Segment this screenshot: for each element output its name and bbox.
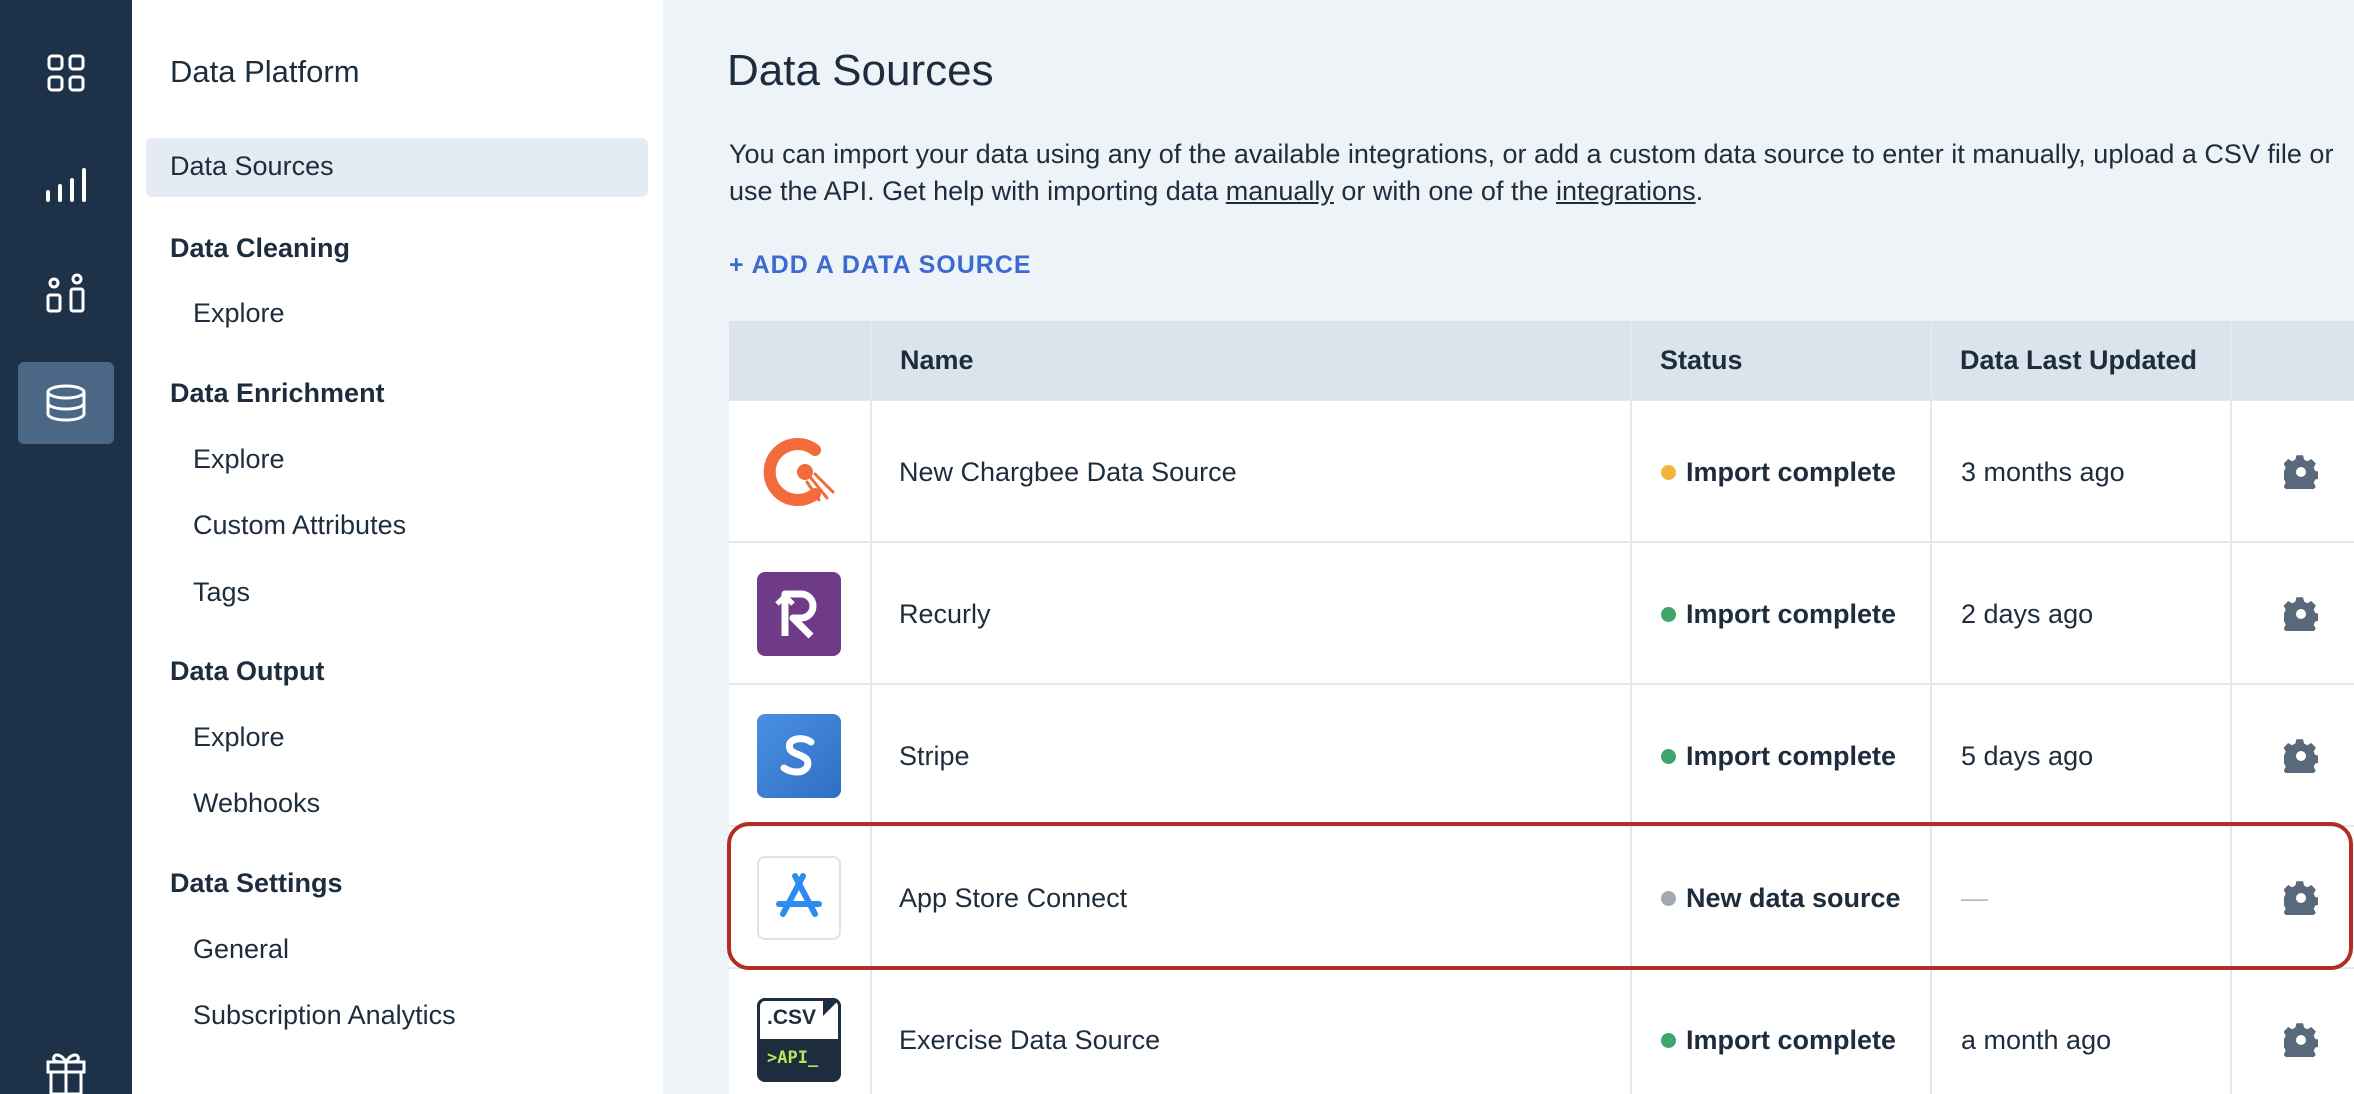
status-badge: New data source <box>1661 883 1901 914</box>
status-dot <box>1661 890 1676 906</box>
csv-api-logo: .CSV >API_ <box>757 998 841 1082</box>
data-platform-nav-button[interactable] <box>18 362 114 444</box>
database-icon <box>46 384 86 422</box>
settings-button[interactable] <box>2232 455 2354 489</box>
manually-link[interactable]: manually <box>1226 176 1334 206</box>
column-header-updated[interactable]: Data Last Updated <box>1932 321 2197 399</box>
sidebar-title: Data Platform <box>170 54 360 89</box>
row-updated: a month ago <box>1961 1024 2112 1055</box>
table-row[interactable]: Stripe Import complete 5 days ago <box>729 683 2354 827</box>
integrations-link[interactable]: integrations <box>1556 176 1696 206</box>
status-text: Import complete <box>1686 1024 1897 1055</box>
row-name[interactable]: App Store Connect <box>899 827 1127 969</box>
gift-nav-button[interactable] <box>18 1048 114 1094</box>
row-name[interactable]: Stripe <box>899 685 970 827</box>
icon-rail <box>0 0 132 1094</box>
gear-icon <box>2283 597 2318 631</box>
settings-button[interactable] <box>2232 1023 2354 1057</box>
row-updated: 2 days ago <box>1961 598 2094 629</box>
status-dot <box>1661 748 1676 764</box>
analytics-nav-button[interactable] <box>18 143 114 225</box>
recurly-logo <box>757 572 841 656</box>
table-row[interactable]: New Chargbee Data Source Import complete… <box>729 399 2354 543</box>
sidebar-section-data-enrichment[interactable]: Data Enrichment <box>170 378 385 409</box>
status-text: Import complete <box>1686 740 1897 771</box>
gift-icon <box>46 1053 86 1094</box>
table-header: Name Status Data Last Updated <box>729 321 2354 399</box>
add-data-source-button[interactable]: + ADD A DATA SOURCE <box>729 251 1032 280</box>
sidebar-section-data-settings[interactable]: Data Settings <box>170 868 343 899</box>
gear-icon <box>2283 455 2318 489</box>
sidebar-item-enrichment-explore[interactable]: Explore <box>193 444 285 475</box>
status-dot <box>1661 1032 1676 1048</box>
status-badge: Import complete <box>1661 599 1896 630</box>
settings-button[interactable] <box>2232 881 2354 915</box>
api-label: >API_ <box>767 1048 819 1068</box>
status-dot <box>1661 464 1676 480</box>
sidebar: Data Platform Data Sources Data Cleaning… <box>132 0 663 1094</box>
people-icon <box>46 273 85 313</box>
sidebar-item-tags[interactable]: Tags <box>193 577 250 608</box>
gear-icon <box>2283 881 2318 915</box>
sidebar-section-data-cleaning[interactable]: Data Cleaning <box>170 233 350 264</box>
table-row[interactable]: App Store Connect New data source — <box>729 825 2354 969</box>
settings-button[interactable] <box>2232 597 2354 631</box>
table-row[interactable]: .CSV >API_ Exercise Data Source Import c… <box>729 967 2354 1094</box>
row-updated: 5 days ago <box>1961 740 2094 771</box>
row-name[interactable]: New Chargbee Data Source <box>899 401 1237 543</box>
sidebar-section-data-output[interactable]: Data Output <box>170 656 325 687</box>
dashboard-nav-button[interactable] <box>18 32 114 114</box>
stripe-logo <box>757 714 841 798</box>
gear-icon <box>2283 1023 2318 1057</box>
sidebar-item-label: Data Sources <box>170 151 334 181</box>
sidebar-item-data-sources[interactable]: Data Sources <box>146 138 648 197</box>
customers-nav-button[interactable] <box>18 254 114 336</box>
status-text: New data source <box>1686 882 1901 913</box>
sidebar-item-subscription-analytics[interactable]: Subscription Analytics <box>193 1000 456 1031</box>
column-header-status[interactable]: Status <box>1632 321 1743 399</box>
status-badge: Import complete <box>1661 741 1896 772</box>
sidebar-item-webhooks[interactable]: Webhooks <box>193 788 320 819</box>
status-text: Import complete <box>1686 598 1897 629</box>
status-badge: Import complete <box>1661 1025 1896 1056</box>
main-content: Data Sources You can import your data us… <box>663 0 2354 1094</box>
app-store-logo <box>757 856 841 940</box>
sidebar-item-custom-attributes[interactable]: Custom Attributes <box>193 510 406 541</box>
bar-chart-icon <box>46 168 86 202</box>
description-text-2: or with one of the <box>1333 176 1556 206</box>
description-text-3: . <box>1695 176 1704 206</box>
status-text: Import complete <box>1686 456 1897 487</box>
chargebee-logo <box>757 430 841 514</box>
table-row[interactable]: Recurly Import complete 2 days ago <box>729 541 2354 685</box>
gear-icon <box>2283 739 2318 773</box>
status-dot <box>1661 606 1676 622</box>
page-title: Data Sources <box>727 46 994 95</box>
row-name[interactable]: Exercise Data Source <box>899 969 1160 1094</box>
row-updated: 3 months ago <box>1961 456 2125 487</box>
row-updated: — <box>1961 882 1988 913</box>
csv-label: .CSV <box>767 1006 817 1029</box>
sidebar-item-output-explore[interactable]: Explore <box>193 722 285 753</box>
column-header-name[interactable]: Name <box>872 321 974 399</box>
grid-icon <box>47 54 85 92</box>
row-name[interactable]: Recurly <box>899 543 991 685</box>
sidebar-item-general[interactable]: General <box>193 934 289 965</box>
status-badge: Import complete <box>1661 457 1896 488</box>
sidebar-item-cleaning-explore[interactable]: Explore <box>193 298 285 329</box>
settings-button[interactable] <box>2232 739 2354 773</box>
page-description: You can import your data using any of th… <box>729 136 2349 210</box>
